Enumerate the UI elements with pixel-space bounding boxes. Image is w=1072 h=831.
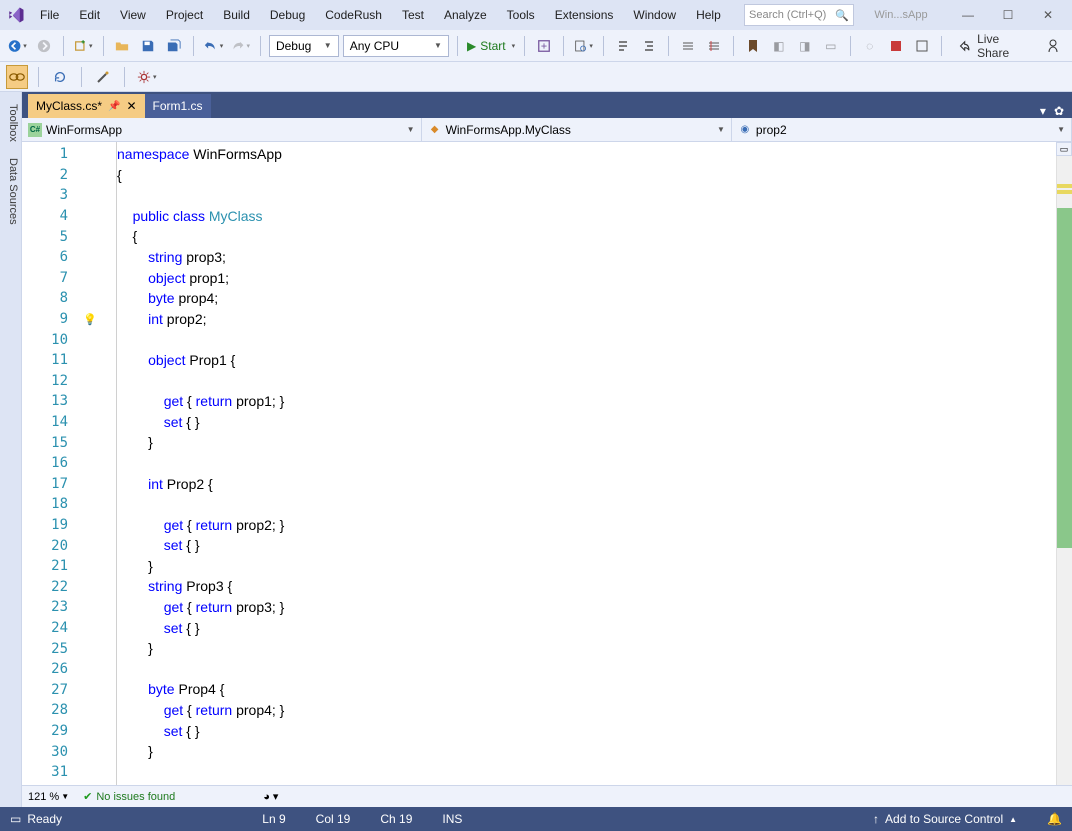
tb-extra3-button[interactable]	[911, 34, 933, 58]
lightbulb-icon[interactable]: 💡	[82, 313, 98, 326]
coderush-toolbar	[0, 62, 1072, 92]
left-dock: Toolbox Data Sources	[0, 92, 22, 807]
tool-gear-button[interactable]	[135, 65, 159, 89]
output-icon: ▭	[10, 812, 21, 826]
nav-member-combo[interactable]: ◉ prop2▼	[732, 118, 1072, 141]
source-control-button[interactable]: ↑Add to Source Control▲	[873, 812, 1017, 826]
redo-button[interactable]	[229, 34, 252, 58]
step-into-button[interactable]	[612, 34, 634, 58]
live-share-button[interactable]: Live Share	[950, 32, 1040, 60]
menu-test[interactable]: Test	[392, 4, 434, 26]
menu-edit[interactable]: Edit	[69, 4, 110, 26]
main-menu: FileEditViewProjectBuildDebugCodeRushTes…	[30, 4, 731, 26]
search-icon: 🔍	[835, 9, 849, 22]
error-list-summary[interactable]: ✔No issues found	[83, 790, 175, 803]
editor-area: MyClass.cs* 📌 ✕ Form1.cs ▾ ✿ C# WinForms…	[22, 92, 1072, 807]
menu-coderush[interactable]: CodeRush	[315, 4, 392, 26]
close-tab-icon[interactable]: ✕	[126, 99, 136, 113]
editor-statusbar: 121 %▼ ✔No issues found ◕ ▾	[22, 785, 1072, 807]
titlebar: FileEditViewProjectBuildDebugCodeRushTes…	[0, 0, 1072, 30]
clear-bookmarks-button[interactable]: ▭	[820, 34, 842, 58]
zoom-combo[interactable]: 121 %▼	[28, 791, 69, 803]
open-file-button[interactable]	[111, 34, 133, 58]
navigation-bar: C# WinFormsApp▼ ◆ WinFormsApp.MyClass▼ ◉…	[22, 118, 1072, 142]
attach-button[interactable]	[533, 34, 555, 58]
status-ch[interactable]: Ch 19	[380, 812, 412, 826]
code-content[interactable]: namespace WinFormsApp{ public class MyCl…	[117, 142, 1056, 785]
search-input[interactable]: Search (Ctrl+Q) 🔍	[744, 4, 854, 26]
maximize-button[interactable]: ☐	[988, 3, 1028, 27]
status-ins[interactable]: INS	[442, 812, 462, 826]
minimize-button[interactable]: —	[948, 3, 988, 27]
health-indicator-icon[interactable]: ◕ ▾	[263, 790, 278, 803]
publish-icon: ↑	[873, 812, 879, 826]
split-handle-icon[interactable]: ▭	[1056, 142, 1072, 156]
status-col[interactable]: Col 19	[316, 812, 351, 826]
menu-tools[interactable]: Tools	[497, 4, 545, 26]
menu-debug[interactable]: Debug	[260, 4, 315, 26]
nav-forward-button[interactable]	[33, 34, 55, 58]
doc-tab-form1[interactable]: Form1.cs	[145, 94, 211, 118]
toolbox-tab[interactable]: Toolbox	[0, 96, 21, 150]
window-controls: — ☐ ✕	[948, 3, 1068, 27]
undo-button[interactable]	[202, 34, 225, 58]
search-placeholder: Search (Ctrl+Q)	[749, 9, 826, 21]
tab-options-icon[interactable]: ✿	[1054, 104, 1064, 118]
save-button[interactable]	[137, 34, 159, 58]
start-debug-button[interactable]: ▶Start	[466, 34, 516, 58]
class-icon: ◆	[428, 123, 442, 137]
doc-tab-label: Form1.cs	[153, 99, 203, 113]
solution-platform-combo[interactable]: Any CPU▼	[343, 35, 449, 57]
tab-overflow-icon[interactable]: ▾	[1040, 104, 1046, 118]
nav-back-button[interactable]	[6, 34, 29, 58]
status-ready: ▭Ready	[10, 812, 62, 826]
vs-logo-icon	[4, 3, 28, 27]
menu-window[interactable]: Window	[623, 4, 686, 26]
feedback-button[interactable]	[1044, 34, 1066, 58]
solution-config-combo[interactable]: Debug▼	[269, 35, 339, 57]
menu-analyze[interactable]: Analyze	[434, 4, 497, 26]
field-icon: ◉	[738, 123, 752, 137]
save-all-button[interactable]	[163, 34, 185, 58]
menu-file[interactable]: File	[30, 4, 69, 26]
csharp-project-icon: C#	[28, 123, 42, 137]
menu-build[interactable]: Build	[213, 4, 260, 26]
status-line[interactable]: Ln 9	[262, 812, 285, 826]
tb-extra2-button[interactable]	[885, 34, 907, 58]
window-title: Win...sApp	[856, 9, 946, 21]
prev-bookmark-button[interactable]: ◧	[768, 34, 790, 58]
overview-ruler[interactable]: ▭	[1056, 142, 1072, 785]
check-icon: ✔	[83, 790, 92, 803]
nav-scope-combo[interactable]: C# WinFormsApp▼	[22, 118, 422, 141]
tool-wand-button[interactable]	[92, 65, 114, 89]
standard-toolbar: Debug▼ Any CPU▼ ▶Start ◧ ◨ ▭ ◌ Live Shar…	[0, 30, 1072, 62]
step-over-button[interactable]	[638, 34, 660, 58]
close-button[interactable]: ✕	[1028, 3, 1068, 27]
statusbar: ▭Ready Ln 9 Col 19 Ch 19 INS ↑Add to Sou…	[0, 807, 1072, 831]
notifications-icon[interactable]: 🔔	[1047, 812, 1062, 826]
next-bookmark-button[interactable]: ◨	[794, 34, 816, 58]
refresh-button[interactable]	[49, 65, 71, 89]
coderush-link-icon[interactable]	[6, 65, 28, 89]
editor-gutter: 123456789💡101112131415161718192021222324…	[22, 142, 117, 785]
code-editor[interactable]: 123456789💡101112131415161718192021222324…	[22, 142, 1072, 785]
menu-project[interactable]: Project	[156, 4, 213, 26]
main-area: Toolbox Data Sources MyClass.cs* 📌 ✕ For…	[0, 92, 1072, 807]
new-project-button[interactable]	[72, 34, 95, 58]
tb-extra1-button[interactable]: ◌	[859, 34, 881, 58]
doc-tab-myclass[interactable]: MyClass.cs* 📌 ✕	[28, 94, 145, 118]
menu-help[interactable]: Help	[686, 4, 731, 26]
doc-tab-label: MyClass.cs*	[36, 99, 102, 113]
data-sources-tab[interactable]: Data Sources	[0, 150, 21, 233]
comment-button[interactable]	[677, 34, 699, 58]
menu-view[interactable]: View	[110, 4, 156, 26]
menu-extensions[interactable]: Extensions	[545, 4, 624, 26]
document-tab-well: MyClass.cs* 📌 ✕ Form1.cs ▾ ✿	[22, 92, 1072, 118]
find-in-files-button[interactable]	[572, 34, 595, 58]
bookmark-button[interactable]	[742, 34, 764, 58]
nav-type-combo[interactable]: ◆ WinFormsApp.MyClass▼	[422, 118, 732, 141]
pin-icon[interactable]: 📌	[108, 101, 120, 112]
uncomment-button[interactable]	[703, 34, 725, 58]
